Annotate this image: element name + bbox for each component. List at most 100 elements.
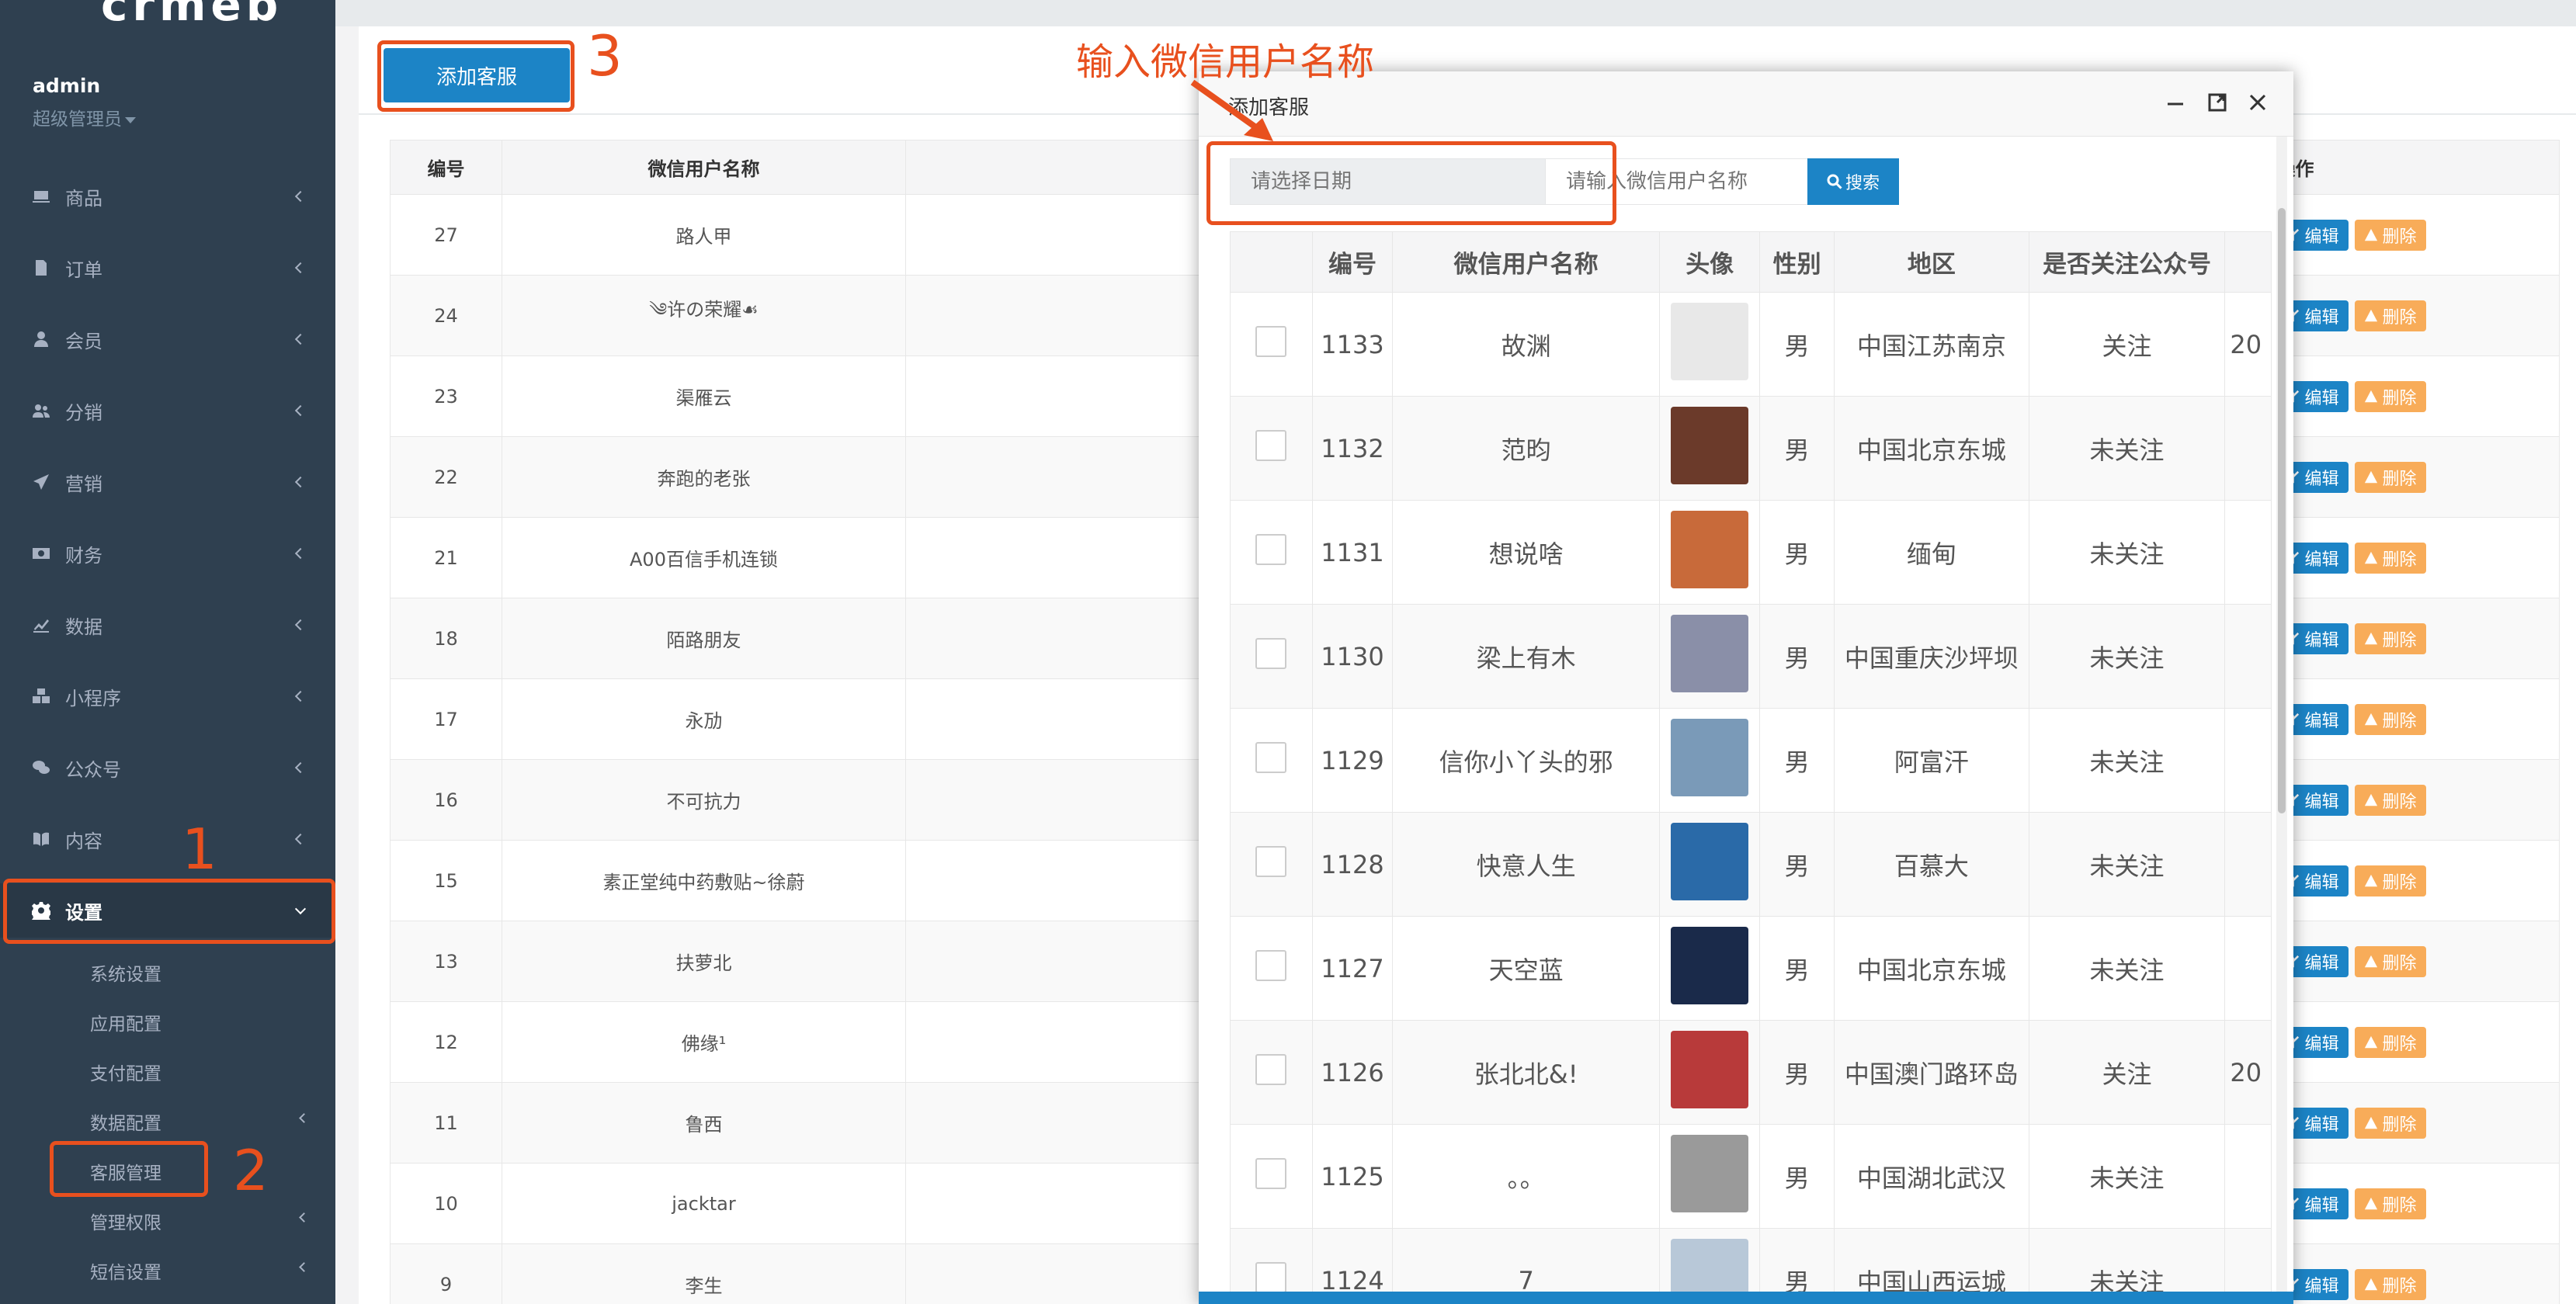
warning-icon [2364,955,2377,967]
minimize-icon[interactable] [2161,88,2189,116]
column-header-name: 微信用户名称 [502,140,906,195]
maximize-icon[interactable] [2203,88,2231,116]
cell-checkbox [1230,292,1313,397]
cell-follow: 未关注 [2028,1228,2226,1292]
delete-label: 删除 [2382,1276,2417,1296]
subnav-data-config[interactable]: 数据配置 [90,1108,161,1135]
delete-button[interactable]: 删除 [2354,380,2426,412]
sidebar-item-members[interactable]: 会员 [0,312,335,366]
delete-button[interactable]: 删除 [2354,784,2426,816]
user-name[interactable]: admin [33,75,100,97]
table-row[interactable]: 1129 信你小丫头的邪男阿富汗 未关注 [1230,708,2272,813]
user-role-dropdown[interactable]: 超级管理员 [33,104,136,130]
row-checkbox[interactable] [1255,845,1287,877]
cell-gender: 男 [1759,1228,1835,1292]
delete-button[interactable]: 删除 [2354,542,2426,574]
delete-button[interactable]: 删除 [2354,1107,2426,1139]
cell-name: 。。 [1392,1124,1661,1229]
cell-more [2224,812,2272,917]
table-row[interactable]: 1131 想说啥男缅甸 未关注 [1230,500,2272,605]
cell-id: 16 [390,759,502,841]
modal-scrollbar[interactable] [2276,137,2287,1301]
edit-label: 编辑 [2304,792,2339,812]
search-button[interactable]: 搜索 [1807,158,1899,205]
table-row[interactable]: 1132 范昀男中国北京东城 未关注 [1230,396,2272,501]
table-row[interactable]: 1128 快意人生男百慕大 未关注 [1230,812,2272,917]
sidebar-item-orders[interactable]: 订单 [0,241,335,295]
cell-name: 奔跑的老张 [502,436,906,518]
warning-icon [2364,1035,2377,1048]
delete-button[interactable]: 删除 [2354,1268,2426,1300]
user-icon [31,329,51,349]
delete-button[interactable]: 删除 [2354,300,2426,331]
delete-button[interactable]: 删除 [2354,945,2426,977]
laptop-icon [31,186,51,206]
cell-gender: 男 [1759,708,1835,813]
sidebar-item-official-account[interactable]: 公众号 [0,740,335,795]
subnav-admin-permissions[interactable]: 管理权限 [90,1208,161,1234]
cell-name: 不可抗力 [502,759,906,841]
table-row[interactable]: 1124 7 男中国山西运城 未关注 [1230,1228,2272,1292]
avatar [1671,926,1749,1004]
warning-icon [2364,1197,2377,1209]
table-row[interactable]: 1126 张北北&! 男中国澳门路环岛 关注 20 [1230,1020,2272,1125]
cell-more [2224,1124,2272,1229]
delete-button[interactable]: 删除 [2354,703,2426,735]
row-checkbox[interactable] [1255,1261,1287,1292]
cell-follow: 未关注 [2028,604,2226,709]
delete-button[interactable]: 删除 [2354,1026,2426,1058]
delete-label: 删除 [2382,307,2417,328]
cell-name: jacktar [502,1163,906,1244]
subnav-system-settings[interactable]: 系统设置 [90,959,161,986]
close-icon[interactable] [2244,88,2272,116]
row-checkbox[interactable] [1255,637,1287,669]
table-row[interactable]: 1127 天空蓝男中国北京东城 未关注 [1230,916,2272,1021]
row-checkbox[interactable] [1255,325,1287,357]
subnav-payment-config[interactable]: 支付配置 [90,1059,161,1085]
subnav-app-config[interactable]: 应用配置 [90,1009,161,1035]
cell-follow: 未关注 [2028,812,2226,917]
sidebar-item-distribution[interactable]: 分销 [0,383,335,438]
cell-id: 1129 [1311,708,1394,813]
row-checkbox[interactable] [1255,1053,1287,1085]
cell-name: 故渊 [1392,292,1661,397]
warning-icon [2364,309,2377,321]
row-checkbox[interactable] [1255,949,1287,981]
sidebar-item-miniprogram[interactable]: 小程序 [0,669,335,723]
table-row[interactable]: 1133 故渊男中国江苏南京 关注 20 [1230,292,2272,397]
delete-button[interactable]: 删除 [2354,623,2426,654]
brand-logo[interactable]: crmeb [101,0,283,31]
table-row[interactable]: 1130 梁上有木男中国重庆沙坪坝 未关注 [1230,604,2272,709]
chevron-left-icon [294,761,307,774]
cell-name: 范昀 [1392,396,1661,501]
table-row[interactable]: 1125。。男中国湖北武汉 未关注 [1230,1124,2272,1229]
edit-label: 编辑 [2304,1034,2339,1054]
subnav-sms-settings[interactable]: 短信设置 [90,1257,161,1284]
sidebar-item-goods[interactable]: 商品 [0,169,335,224]
row-checkbox[interactable] [1255,741,1287,773]
cell-more: 20 [2224,1020,2272,1125]
delete-button[interactable]: 删除 [2354,865,2426,896]
cell-gender: 男 [1759,812,1835,917]
row-checkbox[interactable] [1255,533,1287,565]
row-checkbox[interactable] [1255,1157,1287,1189]
scrollbar-thumb[interactable] [2278,208,2286,813]
sidebar-item-content[interactable]: 内容 [0,812,335,866]
delete-button[interactable]: 删除 [2354,461,2426,493]
delete-label: 删除 [2382,388,2417,408]
edit-label: 编辑 [2304,469,2339,489]
sidebar-item-data[interactable]: 数据 [0,598,335,652]
sidebar-item-finance[interactable]: 财务 [0,526,335,581]
row-checkbox[interactable] [1255,429,1287,461]
cell-name: ༄许の荣耀☙ [502,275,906,356]
warning-icon [2364,874,2377,886]
delete-button[interactable]: 删除 [2354,1188,2426,1219]
cell-name: 李生 [502,1243,906,1304]
delete-button[interactable]: 删除 [2354,219,2426,251]
annotation-number-1: 1 [182,817,217,882]
annotation-box-customer-service [50,1141,208,1197]
edit-label: 编辑 [2304,1276,2339,1296]
sidebar-item-marketing[interactable]: 营销 [0,455,335,509]
delete-label: 删除 [2382,792,2417,812]
delete-label: 删除 [2382,1115,2417,1135]
